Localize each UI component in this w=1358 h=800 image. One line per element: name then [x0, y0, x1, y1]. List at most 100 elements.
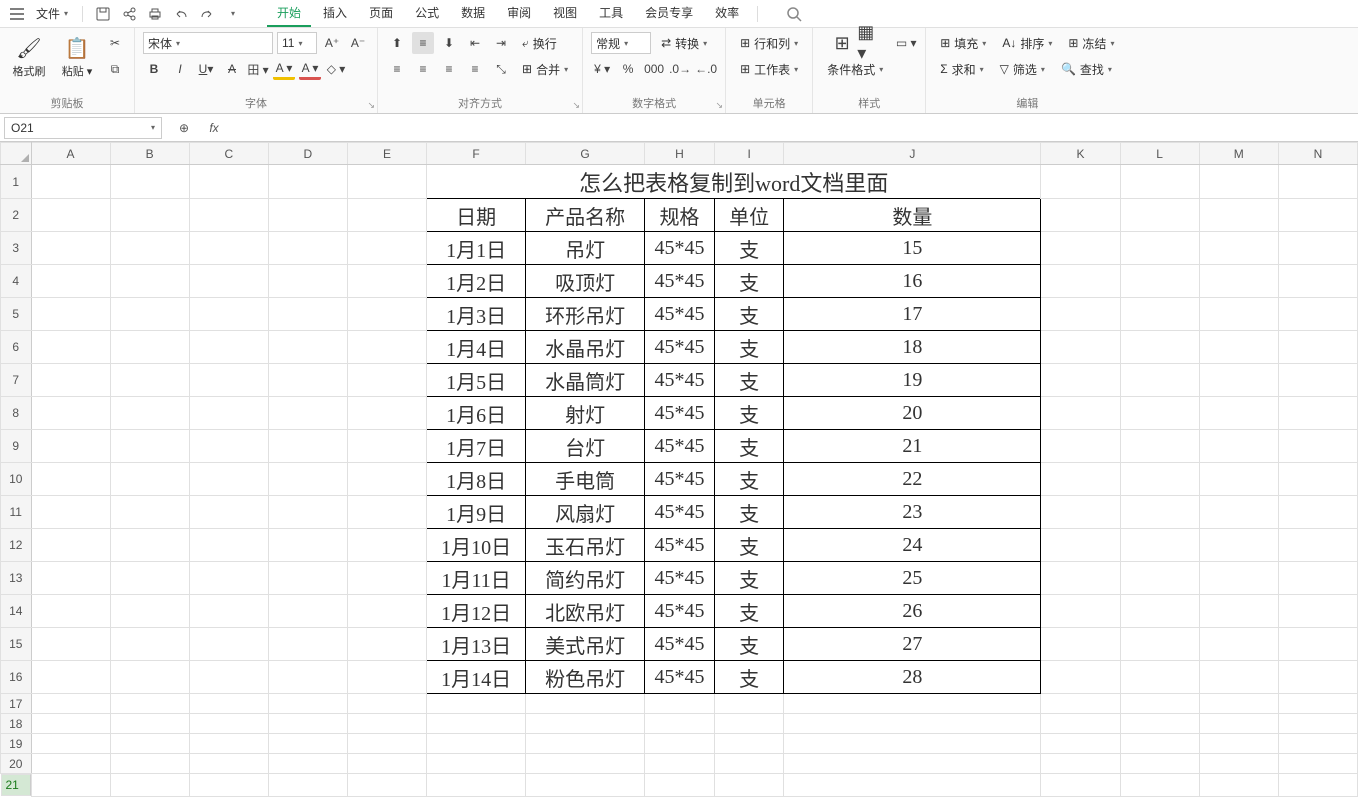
row-header-11[interactable]: 11: [1, 496, 32, 529]
format-table-icon[interactable]: ▭ ▾: [895, 32, 917, 54]
table-data-cell[interactable]: 支: [714, 265, 783, 298]
cell-E17[interactable]: [347, 694, 426, 714]
cell-K3[interactable]: [1041, 232, 1120, 265]
cell-E20[interactable]: [347, 754, 426, 774]
cell-J20[interactable]: [784, 754, 1041, 774]
row-header-8[interactable]: 8: [1, 397, 32, 430]
table-data-cell[interactable]: 1月12日: [427, 595, 526, 628]
cell-N17[interactable]: [1278, 694, 1357, 714]
cell-A18[interactable]: [31, 714, 110, 734]
cell-C1[interactable]: [189, 165, 268, 199]
align-right-icon[interactable]: ≡: [438, 58, 460, 80]
cell-C14[interactable]: [189, 595, 268, 628]
row-header-19[interactable]: 19: [1, 734, 32, 754]
table-data-cell[interactable]: 支: [714, 661, 783, 694]
cell-N19[interactable]: [1278, 734, 1357, 754]
table-data-cell[interactable]: 21: [784, 430, 1041, 463]
cell-B9[interactable]: [110, 430, 189, 463]
tab-视图[interactable]: 视图: [543, 0, 587, 27]
table-data-cell[interactable]: 美式吊灯: [526, 628, 645, 661]
table-data-cell[interactable]: 20: [784, 397, 1041, 430]
cell-L1[interactable]: [1120, 165, 1199, 199]
cell-D9[interactable]: [268, 430, 347, 463]
table-data-cell[interactable]: 1月13日: [427, 628, 526, 661]
cell-N18[interactable]: [1278, 714, 1357, 734]
row-header-1[interactable]: 1: [1, 165, 32, 199]
cell-M15[interactable]: [1199, 628, 1278, 661]
column-header-E[interactable]: E: [347, 143, 426, 165]
cell-L3[interactable]: [1120, 232, 1199, 265]
cell-A20[interactable]: [31, 754, 110, 774]
cell-K9[interactable]: [1041, 430, 1120, 463]
column-header-L[interactable]: L: [1120, 143, 1199, 165]
row-header-20[interactable]: 20: [1, 754, 32, 774]
cell-K5[interactable]: [1041, 298, 1120, 331]
cell-E14[interactable]: [347, 595, 426, 628]
cell-C16[interactable]: [189, 661, 268, 694]
wrap-text-button[interactable]: ⤶ 换行: [516, 32, 563, 54]
column-header-G[interactable]: G: [526, 143, 645, 165]
row-header-3[interactable]: 3: [1, 232, 32, 265]
strikethrough-button[interactable]: A: [221, 58, 243, 80]
worksheet-button[interactable]: ⊞ 工作表 ▾: [734, 58, 804, 80]
table-data-cell[interactable]: 27: [784, 628, 1041, 661]
cell-B20[interactable]: [110, 754, 189, 774]
table-data-cell[interactable]: 1月1日: [427, 232, 526, 265]
table-data-cell[interactable]: 1月9日: [427, 496, 526, 529]
table-data-cell[interactable]: 台灯: [526, 430, 645, 463]
cell-B2[interactable]: [110, 199, 189, 232]
table-data-cell[interactable]: 1月3日: [427, 298, 526, 331]
table-data-cell[interactable]: 45*45: [645, 463, 715, 496]
cell-M16[interactable]: [1199, 661, 1278, 694]
column-header-D[interactable]: D: [268, 143, 347, 165]
cell-L8[interactable]: [1120, 397, 1199, 430]
align-top-icon[interactable]: ⬆: [386, 32, 408, 54]
cell-L14[interactable]: [1120, 595, 1199, 628]
row-header-13[interactable]: 13: [1, 562, 32, 595]
table-data-cell[interactable]: 26: [784, 595, 1041, 628]
cell-B4[interactable]: [110, 265, 189, 298]
decrease-font-icon[interactable]: A⁻: [347, 32, 369, 54]
column-header-H[interactable]: H: [645, 143, 715, 165]
cell-D19[interactable]: [268, 734, 347, 754]
table-data-cell[interactable]: 1月8日: [427, 463, 526, 496]
align-center-icon[interactable]: ≡: [412, 58, 434, 80]
cell-M13[interactable]: [1199, 562, 1278, 595]
table-data-cell[interactable]: 23: [784, 496, 1041, 529]
cell-E15[interactable]: [347, 628, 426, 661]
fill-button[interactable]: ⊞ 填充 ▾: [934, 32, 992, 54]
table-data-cell[interactable]: 1月7日: [427, 430, 526, 463]
table-data-cell[interactable]: 1月14日: [427, 661, 526, 694]
cell-D17[interactable]: [268, 694, 347, 714]
row-header-14[interactable]: 14: [1, 595, 32, 628]
row-header-7[interactable]: 7: [1, 364, 32, 397]
cell-M6[interactable]: [1199, 331, 1278, 364]
cell-F18[interactable]: [427, 714, 526, 734]
cell-M11[interactable]: [1199, 496, 1278, 529]
tab-公式[interactable]: 公式: [405, 0, 449, 27]
column-header-M[interactable]: M: [1199, 143, 1278, 165]
table-data-cell[interactable]: 45*45: [645, 364, 715, 397]
cell-F21[interactable]: [427, 774, 526, 797]
table-data-cell[interactable]: 玉石吊灯: [526, 529, 645, 562]
table-data-cell[interactable]: 吊灯: [526, 232, 645, 265]
cell-K14[interactable]: [1041, 595, 1120, 628]
cell-K13[interactable]: [1041, 562, 1120, 595]
table-data-cell[interactable]: 45*45: [645, 628, 715, 661]
column-header-B[interactable]: B: [110, 143, 189, 165]
table-data-cell[interactable]: 1月6日: [427, 397, 526, 430]
convert-button[interactable]: ⇄ 转换 ▾: [655, 32, 713, 54]
cell-D13[interactable]: [268, 562, 347, 595]
cell-E7[interactable]: [347, 364, 426, 397]
cell-A4[interactable]: [31, 265, 110, 298]
cell-N14[interactable]: [1278, 595, 1357, 628]
borders-button[interactable]: 田 ▾: [247, 58, 269, 80]
cell-A9[interactable]: [31, 430, 110, 463]
share-icon[interactable]: [119, 4, 139, 24]
cell-A16[interactable]: [31, 661, 110, 694]
cell-M21[interactable]: [1199, 774, 1278, 797]
table-data-cell[interactable]: 支: [714, 529, 783, 562]
cell-E18[interactable]: [347, 714, 426, 734]
cell-C17[interactable]: [189, 694, 268, 714]
cell-L20[interactable]: [1120, 754, 1199, 774]
